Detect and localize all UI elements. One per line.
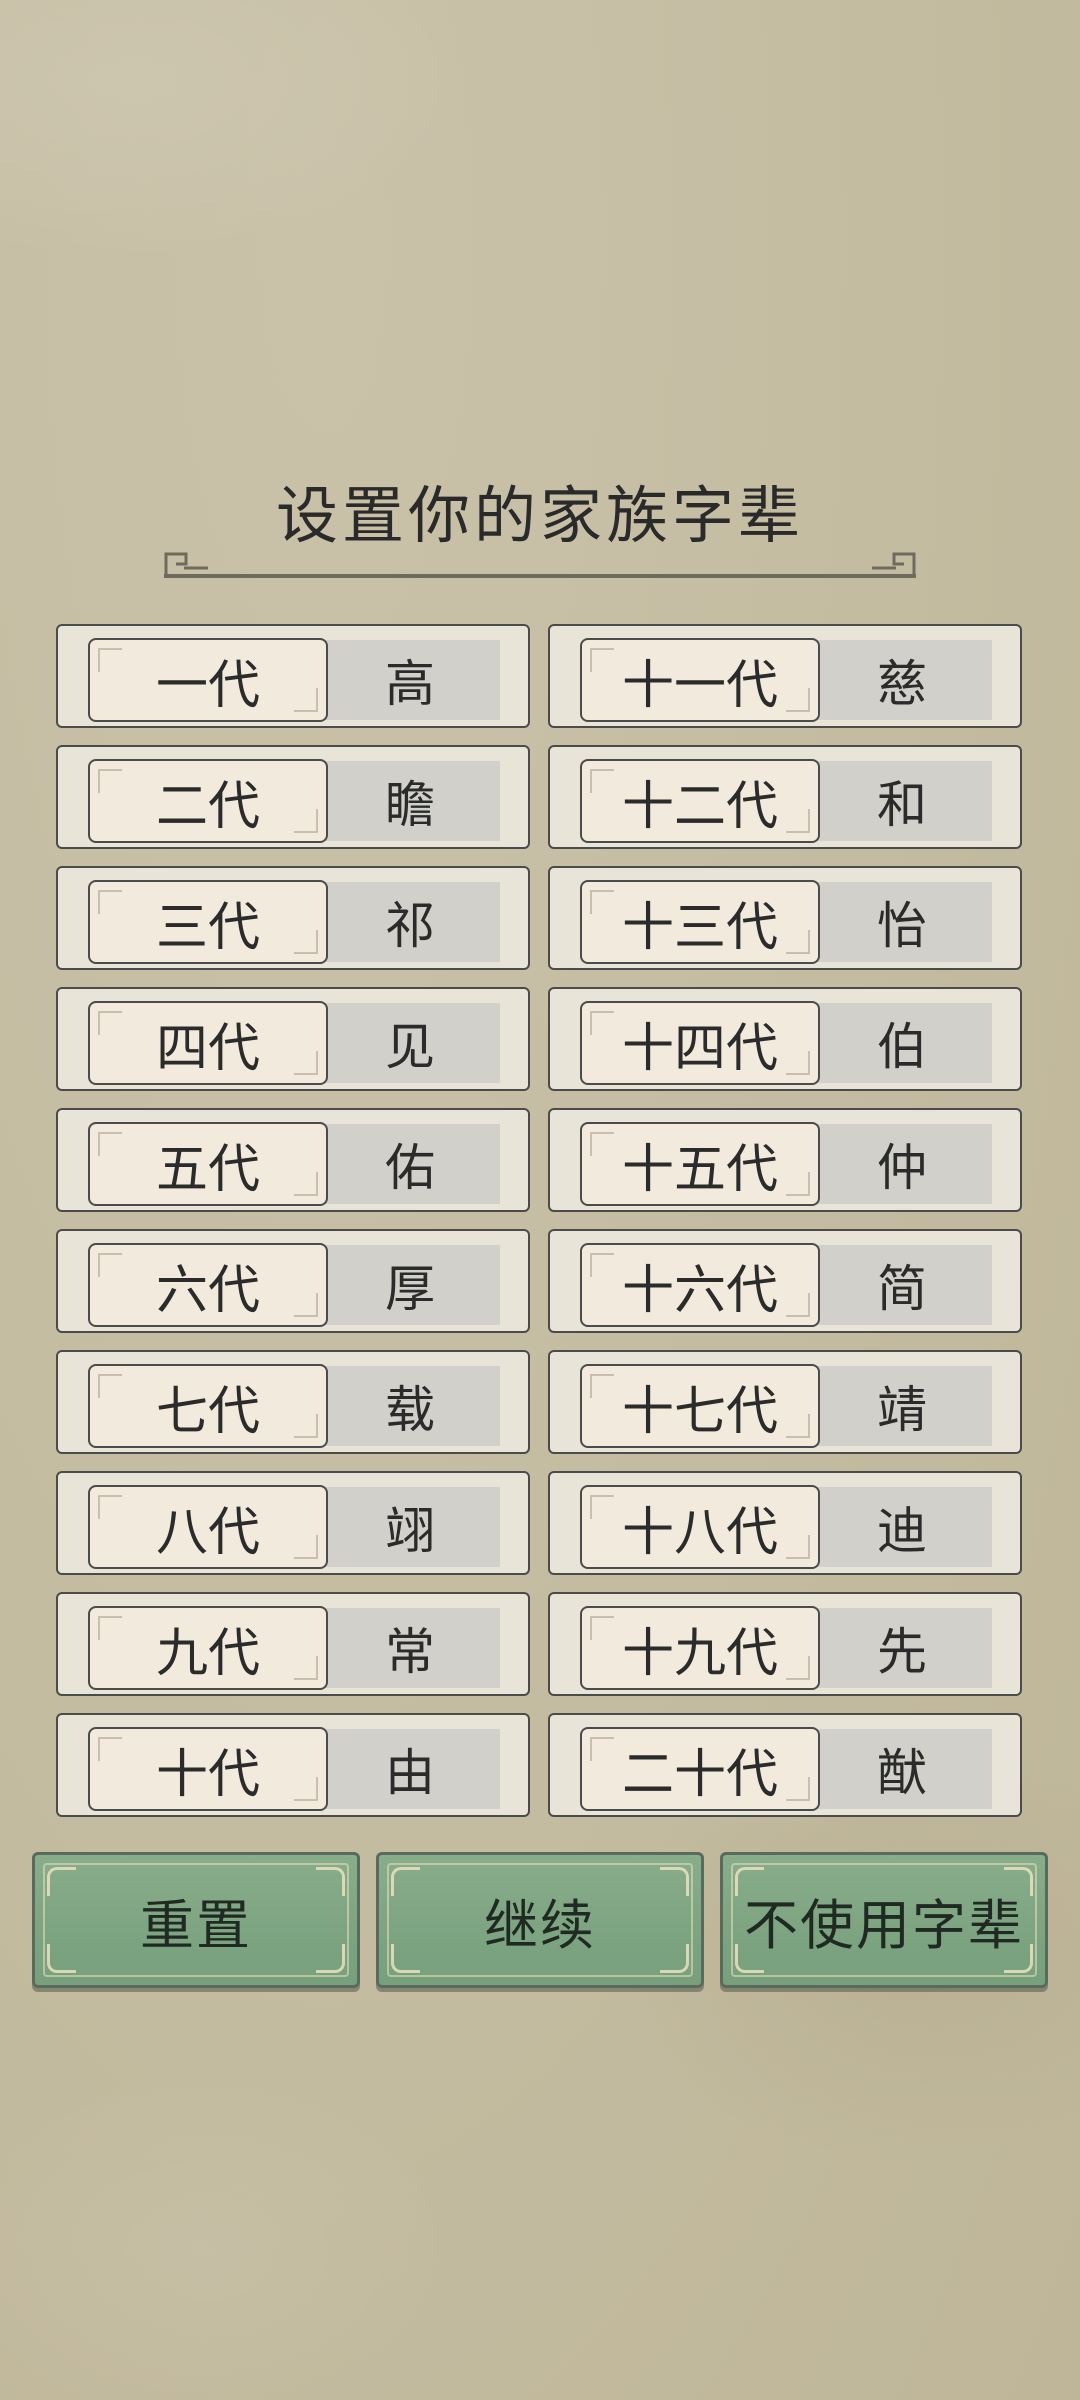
generation-char-field[interactable]: 迪 <box>812 1487 992 1567</box>
generation-label: 十六代 <box>580 1243 820 1327</box>
generation-label: 十代 <box>88 1727 328 1811</box>
generation-label: 十一代 <box>580 638 820 722</box>
generation-cell-17[interactable]: 十七代 靖 <box>548 1350 1022 1454</box>
generation-cell-2[interactable]: 二代 瞻 <box>56 745 530 849</box>
generation-label: 七代 <box>88 1364 328 1448</box>
generation-char-field[interactable]: 先 <box>812 1608 992 1688</box>
generation-char-field[interactable]: 靖 <box>812 1366 992 1446</box>
reset-button-label: 重置 <box>140 1893 252 1957</box>
generation-cell-12[interactable]: 十二代 和 <box>548 745 1022 849</box>
generation-row-2: 二代 瞻 十二代 和 <box>56 745 1024 853</box>
generation-label: 八代 <box>88 1485 328 1569</box>
generation-row-6: 六代 厚 十六代 简 <box>56 1229 1024 1337</box>
generation-cell-15[interactable]: 十五代 仲 <box>548 1108 1022 1212</box>
generation-char-field[interactable]: 翊 <box>320 1487 500 1567</box>
generation-char-field[interactable]: 猷 <box>812 1729 992 1809</box>
generation-cell-19[interactable]: 十九代 先 <box>548 1592 1022 1696</box>
generation-char-field[interactable]: 简 <box>812 1245 992 1325</box>
generation-label: 十三代 <box>580 880 820 964</box>
generation-cell-4[interactable]: 四代 见 <box>56 987 530 1091</box>
generation-label: 十五代 <box>580 1122 820 1206</box>
continue-button[interactable]: 继续 <box>376 1852 704 1988</box>
generation-char-field[interactable]: 祁 <box>320 882 500 962</box>
generation-label: 十九代 <box>580 1606 820 1690</box>
generation-row-4: 四代 见 十四代 伯 <box>56 987 1024 1095</box>
generation-cell-6[interactable]: 六代 厚 <box>56 1229 530 1333</box>
generation-label: 一代 <box>88 638 328 722</box>
generation-cell-8[interactable]: 八代 翊 <box>56 1471 530 1575</box>
generation-cell-7[interactable]: 七代 载 <box>56 1350 530 1454</box>
generation-label: 十二代 <box>580 759 820 843</box>
generation-row-3: 三代 祁 十三代 怡 <box>56 866 1024 974</box>
generation-label: 九代 <box>88 1606 328 1690</box>
generation-row-5: 五代 佑 十五代 仲 <box>56 1108 1024 1216</box>
generation-cell-10[interactable]: 十代 由 <box>56 1713 530 1817</box>
generation-cell-14[interactable]: 十四代 伯 <box>548 987 1022 1091</box>
generation-char-field[interactable]: 伯 <box>812 1003 992 1083</box>
generation-char-field[interactable]: 厚 <box>320 1245 500 1325</box>
generation-char-field[interactable]: 高 <box>320 640 500 720</box>
generation-char-field[interactable]: 佑 <box>320 1124 500 1204</box>
continue-button-label: 继续 <box>484 1893 596 1957</box>
generation-char-field[interactable]: 由 <box>320 1729 500 1809</box>
generation-label: 六代 <box>88 1243 328 1327</box>
generation-char-field[interactable]: 见 <box>320 1003 500 1083</box>
reset-button[interactable]: 重置 <box>32 1852 360 1988</box>
generation-label: 二代 <box>88 759 328 843</box>
generation-cell-11[interactable]: 十一代 慈 <box>548 624 1022 728</box>
generation-char-field[interactable]: 慈 <box>812 640 992 720</box>
generation-label: 三代 <box>88 880 328 964</box>
page-title: 设置你的家族字辈 <box>275 479 804 552</box>
generation-cell-16[interactable]: 十六代 简 <box>548 1229 1022 1333</box>
generation-cell-20[interactable]: 二十代 猷 <box>548 1713 1022 1817</box>
generation-cell-5[interactable]: 五代 佑 <box>56 1108 530 1212</box>
skip-generation-names-button[interactable]: 不使用字辈 <box>720 1852 1048 1988</box>
generation-cell-13[interactable]: 十三代 怡 <box>548 866 1022 970</box>
generation-cell-1[interactable]: 一代 高 <box>56 624 530 728</box>
generation-label: 十七代 <box>580 1364 820 1448</box>
action-bar: 重置 继续 不使用字辈 <box>32 1852 1048 1992</box>
generation-char-field[interactable]: 仲 <box>812 1124 992 1204</box>
generation-label: 十四代 <box>580 1001 820 1085</box>
generation-row-10: 十代 由 二十代 猷 <box>56 1713 1024 1821</box>
generation-cell-18[interactable]: 十八代 迪 <box>548 1471 1022 1575</box>
generation-char-field[interactable]: 常 <box>320 1608 500 1688</box>
generation-char-field[interactable]: 载 <box>320 1366 500 1446</box>
generation-label: 四代 <box>88 1001 328 1085</box>
generation-char-field[interactable]: 和 <box>812 761 992 841</box>
generation-char-field[interactable]: 怡 <box>812 882 992 962</box>
generation-row-7: 七代 载 十七代 靖 <box>56 1350 1024 1458</box>
generation-label: 十八代 <box>580 1485 820 1569</box>
generation-cell-3[interactable]: 三代 祁 <box>56 866 530 970</box>
generation-row-1: 一代 高 十一代 慈 <box>56 624 1024 732</box>
generation-cell-9[interactable]: 九代 常 <box>56 1592 530 1696</box>
generation-label: 二十代 <box>580 1727 820 1811</box>
generation-char-field[interactable]: 瞻 <box>320 761 500 841</box>
skip-button-label: 不使用字辈 <box>744 1893 1024 1957</box>
title-divider <box>164 552 916 578</box>
generation-row-8: 八代 翊 十八代 迪 <box>56 1471 1024 1579</box>
generation-row-9: 九代 常 十九代 先 <box>56 1592 1024 1700</box>
generation-label: 五代 <box>88 1122 328 1206</box>
